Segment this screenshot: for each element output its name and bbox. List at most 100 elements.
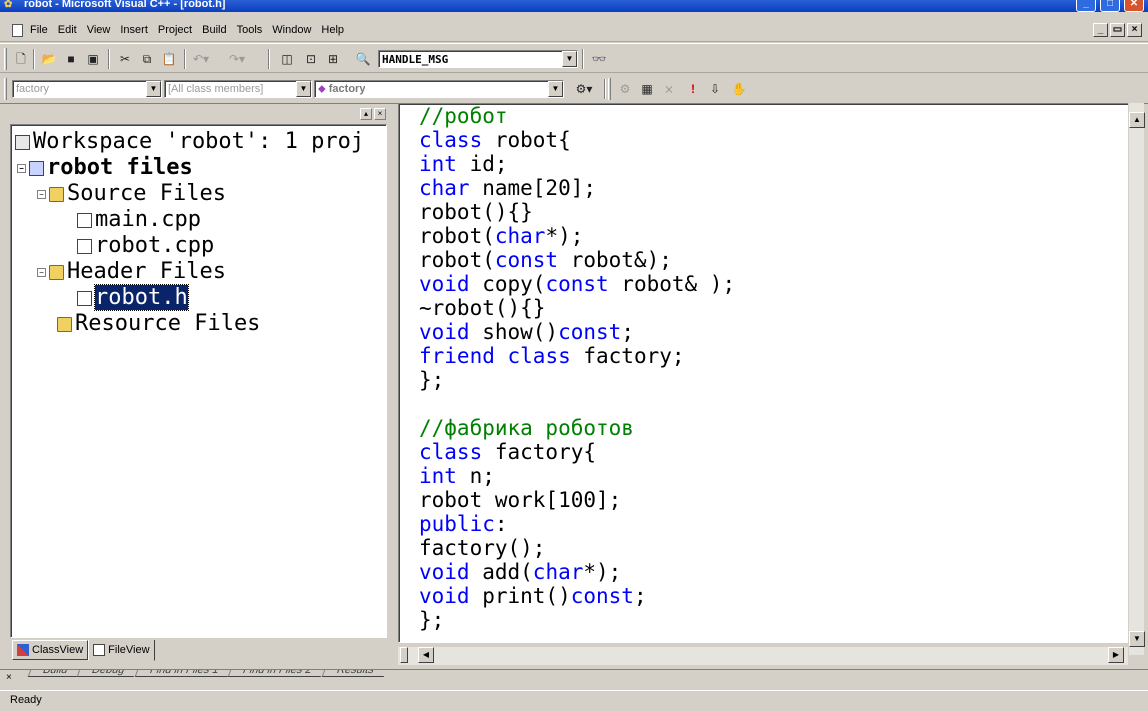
code-token: ; [621,320,634,344]
menu-help[interactable]: Help [321,24,344,36]
find-combo[interactable]: HANDLE_MSG ▼ [378,50,578,68]
code-line: robot(){} [419,200,735,224]
paste-icon[interactable]: 📋 [160,50,178,68]
output-close-icon[interactable]: × [6,672,12,683]
menu-edit[interactable]: Edit [58,24,77,36]
execute-icon[interactable]: ! [684,80,702,98]
workspace-tabs: ClassView FileView [12,640,155,662]
title-bar: ✿ robot - Microsoft Visual C++ - [robot.… [0,0,1148,12]
resource-files-folder[interactable]: Resource Files [57,311,260,337]
code-keyword: const [570,584,634,608]
tab-fileview[interactable]: FileView [88,640,155,661]
horizontal-scrollbar[interactable]: ◀ ▶ [398,647,1128,665]
chevron-down-icon[interactable]: ▼ [146,81,161,97]
minimize-icon[interactable]: _ [1076,0,1096,12]
mdi-close-icon[interactable]: × [1127,23,1142,37]
wizard-action-icon[interactable]: ⚙▾ [568,80,600,98]
scroll-down-icon[interactable]: ▼ [1129,631,1145,647]
close-icon[interactable]: ✕ [1124,0,1144,12]
workspace-window-icon[interactable]: ◫ [278,50,296,68]
compile-icon[interactable]: ⚙ [616,80,634,98]
chevron-down-icon[interactable]: ▼ [548,81,563,97]
code-token: }; [419,608,445,632]
code-line: class factory{ [419,440,735,464]
stop-build-icon[interactable]: ⨯ [660,80,678,98]
file-robot-cpp[interactable]: robot.cpp [77,233,214,259]
menu-window[interactable]: Window [272,24,311,36]
code-keyword: char [419,176,470,200]
window-list-icon[interactable]: ⊞ [324,50,342,68]
code-line: void add(char*); [419,560,735,584]
code-token: name[20]; [469,176,597,200]
project-node[interactable]: − robot files [17,155,193,181]
source-files-folder[interactable]: − Source Files [37,181,226,207]
pane-close-icon[interactable]: × [374,108,386,120]
search-icon[interactable]: 👓 [590,50,608,68]
code-editor[interactable]: //робот class robot{int id; char name[20];… [398,103,1130,643]
collapse-icon[interactable]: − [37,267,46,277]
output-tab-1[interactable]: Debug [77,670,140,677]
code-token: copy( [469,272,546,296]
menu-view[interactable]: View [87,24,111,36]
output-tab-4[interactable]: Results [321,670,388,677]
toolbar-grip[interactable] [4,48,7,70]
menu-file[interactable]: File [30,24,48,36]
classview-icon [17,644,29,656]
cut-icon[interactable]: ✂ [116,50,134,68]
mdi-minimize-icon[interactable]: _ [1093,23,1108,37]
save-all-icon[interactable]: ▣ [84,50,102,68]
collapse-icon[interactable]: − [37,189,46,199]
menu-insert[interactable]: Insert [120,24,148,36]
file-robot-h[interactable]: robot.h [77,284,189,311]
scroll-left-icon[interactable]: ◀ [418,647,434,663]
pane-restore-icon[interactable]: ▴ [360,108,372,120]
go-icon[interactable]: ⇩ [706,80,724,98]
save-icon[interactable]: ■ [62,50,80,68]
output-tabs: Build Debug Find in Files 1 Find in Files 2… [27,670,388,677]
output-tab-3[interactable]: Find in Files 2 [228,670,327,677]
output-tab-2[interactable]: Find in Files 1 [134,670,233,677]
find-in-files-icon[interactable]: 🔍 [354,50,372,68]
split-box[interactable] [400,647,408,663]
copy-icon[interactable]: ⧉ [138,50,156,68]
code-keyword: const [494,248,559,272]
chevron-down-icon[interactable]: ▼ [296,81,311,97]
file-main-cpp[interactable]: main.cpp [77,207,201,233]
mdi-restore-icon[interactable]: ▭ [1110,23,1125,37]
code-text[interactable]: //робот class robot{int id; char name[20];… [419,104,735,632]
undo-icon[interactable]: ↶▾ [192,50,210,68]
app-icon[interactable]: ✿ [4,0,16,10]
workspace-root[interactable]: Workspace 'robot': 1 proj [15,129,364,155]
redo-icon[interactable]: ↷▾ [228,50,246,68]
tab-classview[interactable]: ClassView [12,640,89,660]
output-tab-0[interactable]: Build [27,670,82,677]
toolbar-grip[interactable] [4,78,7,100]
new-text-file-icon[interactable]: 🗋 [12,50,30,68]
menu-project[interactable]: Project [158,24,192,36]
build-icon[interactable]: ▦ [638,80,656,98]
vertical-scrollbar[interactable]: ▲ ▼ [1128,103,1145,655]
code-line: int n; [419,464,735,488]
collapse-icon[interactable]: − [17,163,26,173]
scroll-up-icon[interactable]: ▲ [1129,112,1145,128]
open-icon[interactable]: 📂 [40,50,58,68]
toolbar-grip[interactable] [608,78,611,100]
wizard-member-combo[interactable]: ⬥ factory ▼ [314,80,564,98]
code-line: char name[20]; [419,176,735,200]
code-keyword: const [558,320,622,344]
wizard-filter-combo[interactable]: [All class members] ▼ [164,80,312,98]
header-files-folder[interactable]: − Header Files [37,259,226,285]
document-icon[interactable] [12,24,23,37]
breakpoint-icon[interactable]: ✋ [730,80,748,98]
menu-tools[interactable]: Tools [237,24,263,36]
menu-build[interactable]: Build [202,24,226,36]
folder-open-icon [49,264,64,280]
scroll-right-icon[interactable]: ▶ [1108,647,1124,663]
wizard-class-combo[interactable]: factory ▼ [12,80,162,98]
code-token: robot( [419,224,495,248]
code-line: //робот [419,104,735,128]
output-window-icon[interactable]: ⊡ [302,50,320,68]
code-token: robot& ); [608,272,736,296]
maximize-icon[interactable]: □ [1100,0,1120,12]
chevron-down-icon[interactable]: ▼ [562,51,577,67]
